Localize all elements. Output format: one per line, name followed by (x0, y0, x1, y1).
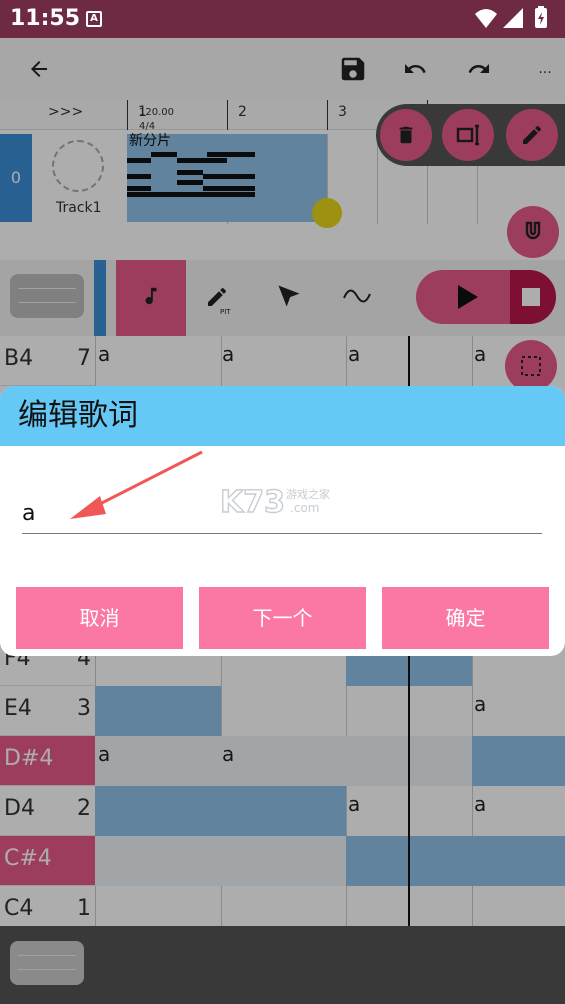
edit-lyrics-dialog: 编辑歌词 K73 游戏之家 .com 取消 下一个 确定 (0, 386, 565, 656)
lyric-input[interactable] (22, 494, 542, 534)
notification-icon: A (86, 11, 102, 27)
next-button[interactable]: 下一个 (199, 587, 366, 649)
cancel-button[interactable]: 取消 (16, 587, 183, 649)
wifi-icon (475, 9, 497, 28)
battery-icon (535, 6, 547, 28)
confirm-button[interactable]: 确定 (382, 587, 549, 649)
signal-icon (503, 8, 523, 28)
system-icons (473, 6, 555, 36)
status-bar: 11:55 A (0, 0, 565, 38)
status-time: 11:55 (10, 6, 81, 31)
dialog-title: 编辑歌词 (0, 386, 565, 446)
